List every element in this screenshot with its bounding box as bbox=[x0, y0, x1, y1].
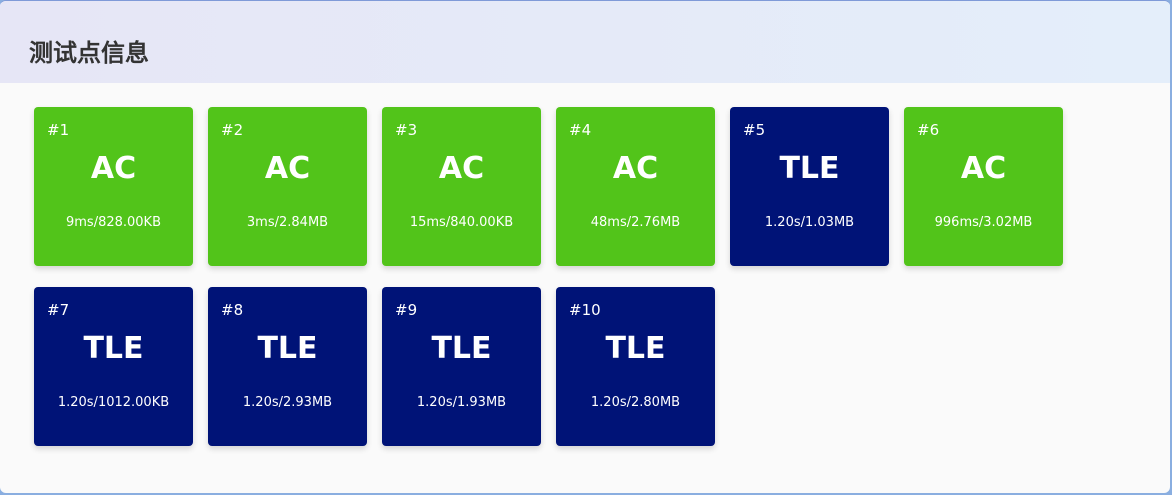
panel-header: 测试点信息 bbox=[0, 1, 1170, 83]
testcase-time-memory: 48ms/2.76MB bbox=[590, 215, 681, 230]
testcase-status: AC bbox=[264, 151, 311, 186]
testcase-status: AC bbox=[612, 151, 659, 186]
testcase-number: #8 bbox=[221, 301, 244, 319]
testcase-number: #2 bbox=[221, 121, 244, 139]
testcase-status: AC bbox=[90, 151, 137, 186]
testcase-time-memory: 9ms/828.00KB bbox=[65, 215, 162, 230]
testcase-time-memory: 1.20s/1012.00KB bbox=[57, 395, 170, 410]
testcase-time-memory: 1.20s/1.03MB bbox=[764, 215, 855, 230]
testcase-time-memory: 15ms/840.00KB bbox=[409, 215, 514, 230]
testcase-card[interactable]: #2 AC 3ms/2.84MB bbox=[208, 107, 367, 266]
testcase-card[interactable]: #7 TLE 1.20s/1012.00KB bbox=[34, 287, 193, 446]
testcase-number: #4 bbox=[569, 121, 592, 139]
testcase-status: AC bbox=[438, 151, 485, 186]
testcase-status: TLE bbox=[431, 331, 492, 366]
testcase-card[interactable]: #8 TLE 1.20s/2.93MB bbox=[208, 287, 367, 446]
testcase-status: TLE bbox=[83, 331, 144, 366]
testcase-number: #5 bbox=[743, 121, 766, 139]
testcase-time-memory: 1.20s/2.80MB bbox=[590, 395, 681, 410]
testcase-time-memory: 996ms/3.02MB bbox=[934, 215, 1033, 230]
testcase-card[interactable]: #3 AC 15ms/840.00KB bbox=[382, 107, 541, 266]
testcase-card[interactable]: #10 TLE 1.20s/2.80MB bbox=[556, 287, 715, 446]
testcase-grid: #1 AC 9ms/828.00KB #2 AC 3ms/2.84MB #3 AC 15ms/8… bbox=[34, 107, 1094, 446]
testcase-number: #7 bbox=[47, 301, 70, 319]
testcase-time-memory: 3ms/2.84MB bbox=[246, 215, 329, 230]
testcase-panel: 测试点信息 #1 AC 9ms/828.00KB #2 AC 3ms/2.84MB #3 AC… bbox=[0, 0, 1170, 493]
testcase-number: #3 bbox=[395, 121, 418, 139]
testcase-card[interactable]: #5 TLE 1.20s/1.03MB bbox=[730, 107, 889, 266]
testcase-card[interactable]: #4 AC 48ms/2.76MB bbox=[556, 107, 715, 266]
panel-title: 测试点信息 bbox=[29, 39, 149, 67]
testcase-number: #10 bbox=[569, 301, 601, 319]
testcase-status: TLE bbox=[779, 151, 840, 186]
testcase-card[interactable]: #9 TLE 1.20s/1.93MB bbox=[382, 287, 541, 446]
testcase-number: #6 bbox=[917, 121, 940, 139]
testcase-status: AC bbox=[960, 151, 1007, 186]
testcase-card[interactable]: #6 AC 996ms/3.02MB bbox=[904, 107, 1063, 266]
testcase-number: #1 bbox=[47, 121, 70, 139]
testcase-time-memory: 1.20s/2.93MB bbox=[242, 395, 333, 410]
testcase-time-memory: 1.20s/1.93MB bbox=[416, 395, 507, 410]
testcase-card[interactable]: #1 AC 9ms/828.00KB bbox=[34, 107, 193, 266]
testcase-number: #9 bbox=[395, 301, 418, 319]
testcase-status: TLE bbox=[257, 331, 318, 366]
testcase-status: TLE bbox=[605, 331, 666, 366]
